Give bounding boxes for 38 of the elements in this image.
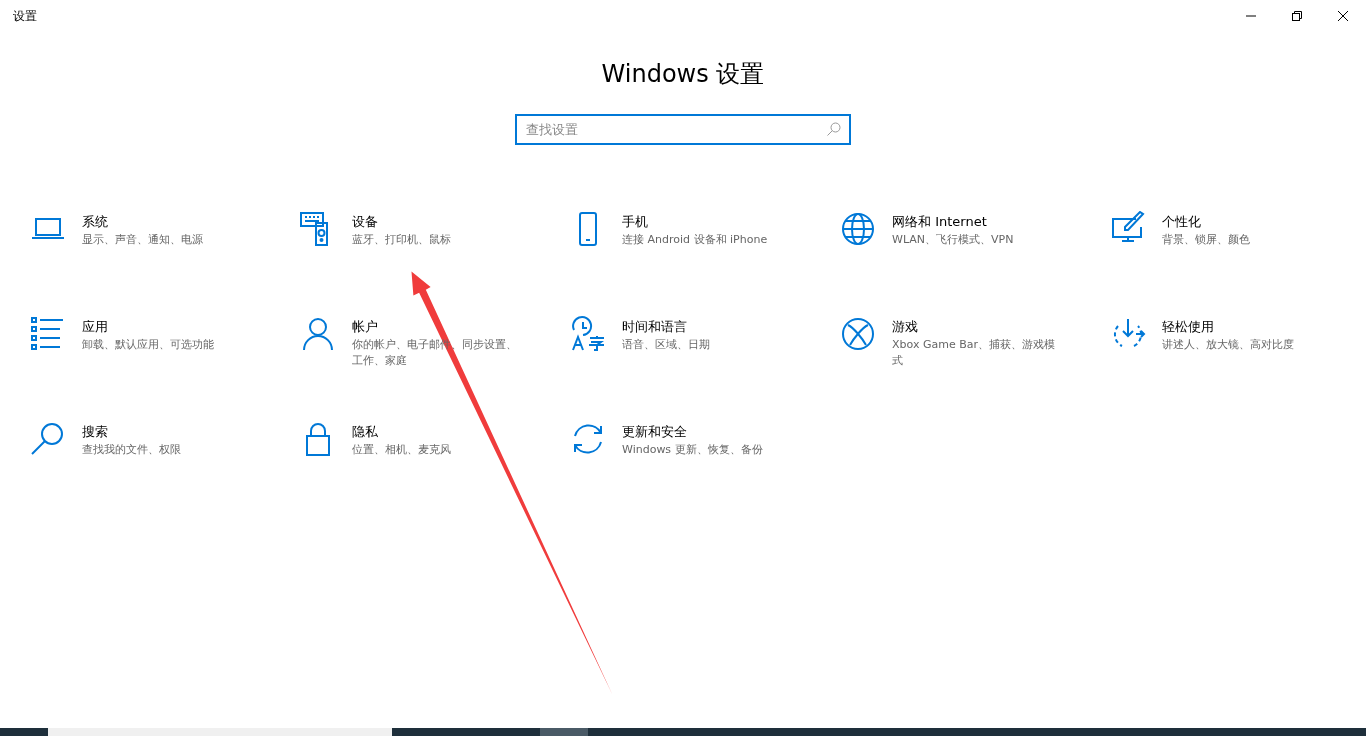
category-description: Windows 更新、恢复、备份 — [622, 442, 764, 458]
category-description: 位置、相机、麦克风 — [352, 442, 452, 458]
category-title[interactable]: 隐私 — [352, 423, 522, 441]
category-description: Xbox Game Bar、捕获、游戏模式 — [892, 337, 1056, 369]
category-description: 查找我的文件、权限 — [82, 442, 182, 458]
search-icon[interactable] — [30, 421, 66, 457]
clock-letter-icon[interactable] — [570, 316, 606, 352]
restore-icon — [1292, 11, 1302, 21]
category-title[interactable]: 搜索 — [82, 423, 252, 441]
category-description: WLAN、飞行模式、VPN — [892, 232, 1015, 248]
category-title[interactable]: 手机 — [622, 213, 792, 231]
category-description: 连接 Android 设备和 iPhone — [622, 232, 769, 248]
person-icon[interactable] — [300, 316, 336, 352]
category-description: 背景、锁屏、颜色 — [1162, 232, 1251, 248]
search-field[interactable]: 查找设置 — [515, 114, 851, 145]
category-description: 卸载、默认应用、可选功能 — [82, 337, 215, 353]
search-icon — [827, 122, 841, 136]
category-title[interactable]: 应用 — [82, 318, 252, 336]
category-description: 显示、声音、通知、电源 — [82, 232, 204, 248]
category-description: 讲述人、放大镜、高对比度 — [1162, 337, 1295, 353]
category-title[interactable]: 系统 — [82, 213, 252, 231]
page-heading: Windows 设置 — [600, 59, 766, 90]
category-description: 蓝牙、打印机、鼠标 — [352, 232, 452, 248]
close-icon — [1338, 11, 1348, 21]
category-title[interactable]: 更新和安全 — [622, 423, 792, 441]
category-title[interactable]: 游戏 — [892, 318, 1062, 336]
category-title[interactable]: 个性化 — [1162, 213, 1332, 231]
list-icon[interactable] — [30, 316, 66, 352]
globe-icon[interactable] — [840, 211, 876, 247]
xbox-icon[interactable] — [840, 316, 876, 352]
category-title[interactable]: 轻松使用 — [1162, 318, 1332, 336]
category-title[interactable]: 帐户 — [352, 318, 522, 336]
window-title: 设置 — [12, 7, 37, 25]
taskbar-search-field[interactable] — [48, 728, 392, 736]
category-title[interactable]: 网络和 Internet — [892, 213, 1062, 231]
category-title[interactable]: 时间和语言 — [622, 318, 792, 336]
category-title[interactable]: 设备 — [352, 213, 522, 231]
category-description: 语音、区域、日期 — [622, 337, 711, 353]
